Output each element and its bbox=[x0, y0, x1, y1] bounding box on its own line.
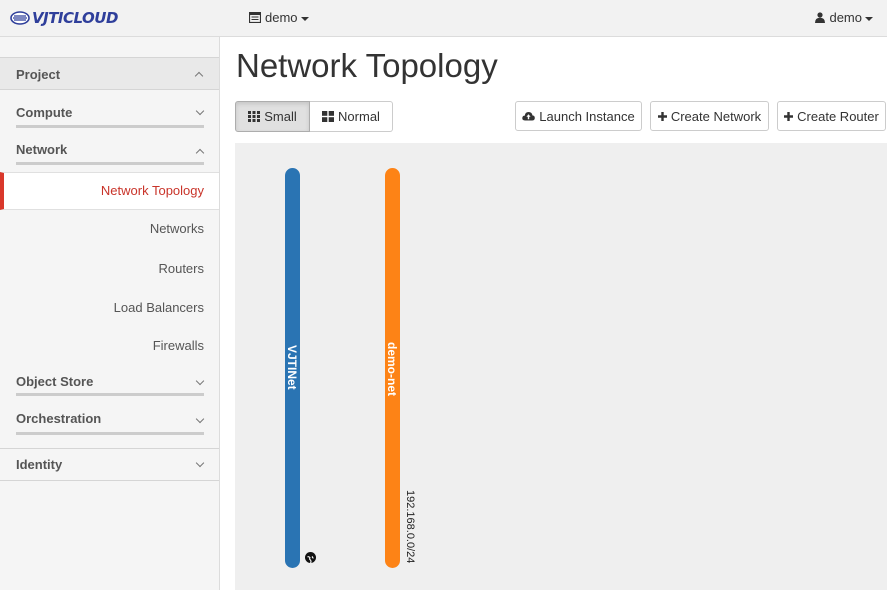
plus-icon bbox=[657, 111, 667, 121]
chevron-down-icon bbox=[195, 458, 205, 468]
cloud-logo-icon bbox=[10, 11, 30, 25]
sidebar-identity-label: Identity bbox=[16, 457, 63, 472]
sidebar-group-orchestration-label: Orchestration bbox=[16, 411, 102, 426]
plus-icon bbox=[784, 111, 794, 121]
grid-large-icon bbox=[322, 111, 335, 122]
toggle-small-label: Small bbox=[264, 109, 297, 124]
create-network-label: Create Network bbox=[670, 108, 762, 124]
toggle-normal-button[interactable]: Normal bbox=[310, 101, 393, 132]
project-list-icon bbox=[249, 12, 261, 23]
project-selector[interactable]: demo bbox=[249, 10, 309, 25]
user-icon bbox=[815, 12, 826, 23]
create-network-button[interactable]: Create Network bbox=[650, 101, 769, 131]
chevron-up-icon bbox=[194, 71, 204, 81]
sidebar-group-compute[interactable]: Compute bbox=[16, 104, 205, 128]
sidebar-identity-header[interactable]: Identity bbox=[0, 448, 219, 481]
sidebar-group-orchestration[interactable]: Orchestration bbox=[16, 411, 205, 435]
sidebar-item-networks[interactable]: Networks bbox=[0, 221, 219, 241]
top-navbar: VJTICLOUD demo demo bbox=[0, 0, 887, 37]
chevron-down-icon bbox=[195, 414, 205, 424]
sidebar-group-network[interactable]: Network bbox=[16, 141, 205, 165]
globe-icon bbox=[305, 552, 316, 564]
toggle-normal-label: Normal bbox=[338, 109, 380, 124]
sidebar-item-routers[interactable]: Routers bbox=[0, 261, 219, 281]
user-menu[interactable]: demo bbox=[815, 10, 873, 25]
toggle-small-button[interactable]: Small bbox=[235, 101, 310, 132]
project-selector-label: demo bbox=[265, 10, 298, 25]
topology-canvas: VJTINet demo-net 192.168.0.0/24 bbox=[235, 143, 887, 590]
launch-instance-button[interactable]: Launch Instance bbox=[515, 101, 642, 131]
network-label-demo-net: demo-net bbox=[385, 342, 399, 396]
sidebar-group-object-store-label: Object Store bbox=[16, 374, 94, 389]
brand-name: VJTICLOUD bbox=[32, 9, 118, 27]
sidebar-project-label: Project bbox=[16, 67, 61, 82]
user-menu-label: demo bbox=[829, 10, 862, 25]
sidebar: Project Compute Network Network Topology… bbox=[0, 37, 220, 590]
network-label-vjtinet: VJTINet bbox=[285, 345, 299, 390]
sidebar-item-firewalls[interactable]: Firewalls bbox=[0, 338, 219, 358]
create-router-label: Create Router bbox=[797, 108, 879, 124]
sidebar-group-compute-label: Compute bbox=[16, 105, 73, 120]
chevron-down-icon bbox=[195, 376, 205, 386]
sidebar-project-header[interactable]: Project bbox=[0, 57, 219, 90]
chevron-up-icon bbox=[195, 148, 205, 158]
create-router-button[interactable]: Create Router bbox=[777, 101, 886, 131]
chevron-down-icon bbox=[195, 106, 205, 116]
sidebar-item-load-balancers[interactable]: Load Balancers bbox=[0, 300, 219, 320]
subnet-cidr-label: 192.168.0.0/24 bbox=[404, 490, 416, 564]
launch-instance-label: Launch Instance bbox=[539, 108, 635, 124]
chevron-down-icon bbox=[865, 16, 873, 21]
grid-small-icon bbox=[248, 111, 261, 122]
sidebar-group-object-store[interactable]: Object Store bbox=[16, 374, 205, 396]
page-title: Network Topology bbox=[236, 47, 498, 84]
cloud-upload-icon bbox=[522, 112, 536, 121]
sidebar-group-network-label: Network bbox=[16, 142, 68, 157]
chevron-down-icon bbox=[300, 16, 309, 21]
brand-logo[interactable]: VJTICLOUD bbox=[10, 8, 118, 28]
sidebar-item-network-topology[interactable]: Network Topology bbox=[0, 172, 219, 210]
